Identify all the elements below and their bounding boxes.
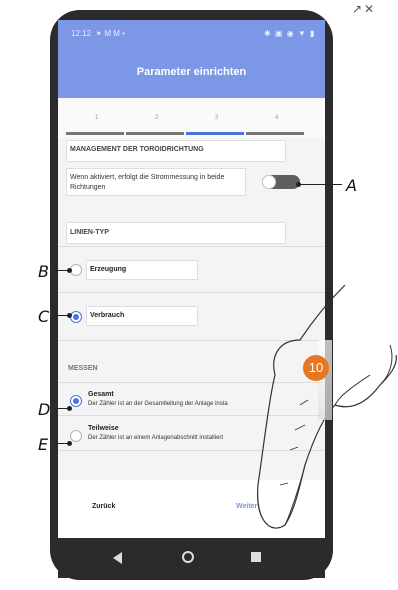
callout-B: B bbox=[38, 262, 49, 281]
callout-E: E bbox=[38, 435, 49, 454]
back-triangle-icon[interactable] bbox=[113, 552, 122, 564]
back-button[interactable]: Zurück bbox=[92, 503, 115, 510]
radio-teilweise[interactable] bbox=[70, 430, 82, 442]
status-time: 12:12 ✶ M M • bbox=[71, 29, 125, 38]
step-3-label: 3 bbox=[215, 115, 219, 121]
toggle-description: Wenn aktiviert, erfolgt die Strommessung… bbox=[70, 174, 225, 191]
app-header: 12:12 ✶ M M • ✱ ▣ ◉ ▼ ▮ Parameter einric… bbox=[58, 20, 325, 98]
step-4-bar bbox=[246, 132, 304, 135]
callout-E-dot bbox=[67, 441, 72, 446]
callout-D-dot bbox=[67, 406, 72, 411]
callout-A-dot bbox=[296, 182, 301, 187]
callout-C-dot bbox=[67, 313, 72, 318]
callout-C: C bbox=[38, 307, 50, 326]
home-circle-icon[interactable] bbox=[182, 551, 194, 563]
radio-verbrauch[interactable] bbox=[70, 311, 82, 323]
option-label-verbrauch: Verbrauch bbox=[90, 312, 125, 319]
callout-B-dot bbox=[67, 268, 72, 273]
section-title-measure: MESSEN bbox=[68, 365, 98, 372]
pointing-hand-illustration bbox=[257, 285, 397, 529]
step-1-label: 1 bbox=[95, 115, 99, 121]
callout-A: A bbox=[346, 176, 357, 195]
toggle-knob bbox=[262, 175, 276, 189]
window-controls: ↗✕ bbox=[352, 2, 377, 16]
option-desc-teilweise: Der Zähler ist an einem Anlagenabschnitt… bbox=[88, 435, 224, 441]
option-label-erzeugung: Erzeugung bbox=[90, 266, 127, 273]
callout-D: D bbox=[38, 400, 51, 419]
option-desc-gesamt: Der Zähler ist an der Gesamtleitung der … bbox=[88, 401, 228, 407]
step-2-label: 2 bbox=[155, 115, 159, 121]
page-title: Parameter einrichten bbox=[136, 66, 247, 78]
step-4-label: 4 bbox=[275, 115, 279, 121]
divider bbox=[58, 246, 325, 247]
section-title-direction: MANAGEMENT DER TOROIDRICHTUNG bbox=[70, 146, 204, 153]
option-label-teilweise: Teilweise bbox=[88, 425, 119, 432]
step-1-bar bbox=[66, 132, 124, 135]
option-label-gesamt: Gesamt bbox=[88, 391, 114, 398]
direction-toggle[interactable] bbox=[262, 175, 300, 189]
step-number-badge: 10 bbox=[303, 355, 329, 381]
step-2-bar bbox=[126, 132, 184, 135]
radio-gesamt[interactable] bbox=[70, 395, 82, 407]
section-title-line-type: LINIEN-TYP bbox=[70, 229, 109, 236]
callout-A-line bbox=[298, 184, 342, 185]
status-icons: ✱ ▣ ◉ ▼ ▮ bbox=[264, 29, 316, 38]
step-3-bar bbox=[186, 132, 244, 135]
